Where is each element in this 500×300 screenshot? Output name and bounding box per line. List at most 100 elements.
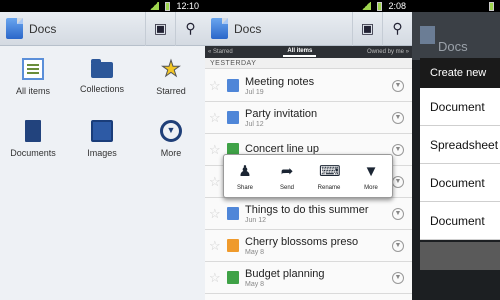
clock: 2:08 — [388, 1, 406, 11]
share-button[interactable]: ♟ Share — [226, 162, 264, 191]
grid-item-images[interactable]: Images — [66, 120, 138, 168]
search-icon: ⚲ — [185, 20, 196, 36]
grid-label: More — [160, 148, 182, 158]
list-item[interactable]: ☆ Meeting notes Jul 19 ▼ — [205, 70, 412, 102]
star-icon[interactable]: ☆ — [209, 270, 223, 285]
item-date: Jun 12 — [245, 216, 267, 224]
star-icon[interactable]: ☆ — [209, 142, 223, 157]
star-icon[interactable]: ☆ — [209, 78, 223, 93]
dialog-footer — [420, 242, 500, 270]
item-date: May 8 — [245, 248, 265, 256]
tab-owned-by-me[interactable]: Owned by me » — [367, 49, 409, 55]
search-button[interactable]: ⚲ — [382, 11, 412, 46]
grid-label: Collections — [79, 84, 125, 94]
grid-item-collections[interactable]: Collections — [66, 58, 138, 106]
action-label: Rename — [317, 184, 341, 191]
list-item[interactable]: ☆ Budget planning May 8 ▼ — [205, 262, 412, 294]
docs-logo-icon — [420, 26, 435, 44]
app-title: Docs — [29, 21, 57, 36]
search-icon: ⚲ — [392, 20, 403, 36]
item-date: May 8 — [245, 280, 265, 288]
status-bar: 2:08 — [205, 0, 412, 12]
search-button[interactable]: ⚲ — [175, 11, 205, 46]
images-icon — [91, 120, 113, 142]
option-document[interactable]: Document — [420, 88, 500, 126]
app-bar: Docs ▣ ⚲ — [0, 11, 205, 46]
chevron-down-icon[interactable]: ▼ — [392, 111, 404, 124]
action-label: Send — [279, 184, 294, 191]
quick-actions-popup: ♟ Share ➦ Send ⌨ Rename ▼ More — [223, 154, 393, 198]
option-document[interactable]: Document — [420, 202, 500, 240]
chevron-down-icon[interactable]: ▼ — [392, 143, 404, 156]
star-icon[interactable]: ☆ — [209, 110, 223, 125]
more-button[interactable]: ▼ More — [352, 162, 390, 191]
list-screen: 2:08 Docs ▣ ⚲ « Starred All items Owned … — [205, 0, 412, 300]
chevron-down-icon[interactable]: ▼ — [392, 175, 404, 188]
clock: 12:10 — [176, 1, 199, 11]
item-title: Things to do this summer — [245, 203, 369, 216]
home-grid: All items Collections ★ Starred Document… — [0, 56, 205, 168]
item-title: Budget planning — [245, 267, 325, 280]
signal-icon — [361, 2, 372, 10]
item-title: Meeting notes — [245, 75, 315, 88]
new-doc-icon: ▣ — [360, 20, 375, 36]
star-icon[interactable]: ☆ — [209, 174, 223, 189]
status-bar — [412, 0, 500, 12]
document-icon — [25, 120, 41, 142]
send-button[interactable]: ➦ Send — [268, 162, 306, 191]
list-item[interactable]: ☆ Party invitation Jul 12 ▼ — [205, 102, 412, 134]
item-date: Jul 19 — [245, 88, 264, 96]
grid-label: Images — [87, 148, 117, 158]
list-item[interactable]: ☆ Things to do this summer Jun 12 ▼ — [205, 198, 412, 230]
home-screen: 12:10 Docs ▣ ⚲ All items Collections ★ S… — [0, 0, 205, 300]
more-icon: ▼ — [160, 120, 182, 142]
app-title: Docs — [438, 39, 468, 54]
action-label: More — [364, 184, 378, 191]
chevron-down-icon[interactable]: ▼ — [392, 207, 404, 220]
grid-label: All items — [15, 86, 50, 96]
app-bar: Docs ▣ ⚲ — [205, 11, 412, 46]
rename-button[interactable]: ⌨ Rename — [310, 162, 348, 191]
list-icon — [22, 58, 44, 80]
new-doc-button[interactable]: ▣ — [145, 11, 175, 46]
docs-logo-icon — [6, 18, 23, 39]
chevron-down-icon[interactable]: ▼ — [392, 239, 404, 252]
item-title: Cherry blossoms preso — [245, 235, 359, 248]
grid-item-documents[interactable]: Documents — [0, 120, 66, 168]
presentation-type-icon — [227, 239, 239, 252]
create-new-screen: Docs Create new Document Spreadsheet Doc… — [412, 0, 500, 300]
action-label: Share — [236, 184, 253, 191]
document-type-icon — [227, 111, 239, 124]
item-title: Party invitation — [245, 107, 318, 120]
filter-tabs: « Starred All items Owned by me » — [205, 46, 412, 58]
grid-label: Documents — [10, 148, 56, 158]
docs-logo-icon — [211, 18, 228, 39]
option-document[interactable]: Document — [420, 164, 500, 202]
item-date: Jul 12 — [245, 120, 264, 128]
rename-icon: ⌨ — [319, 162, 341, 180]
app-title: Docs — [234, 21, 262, 36]
option-spreadsheet[interactable]: Spreadsheet — [420, 126, 500, 164]
share-icon: ♟ — [238, 162, 252, 180]
chevron-down-icon[interactable]: ▼ — [392, 79, 404, 92]
chevron-down-icon[interactable]: ▼ — [392, 271, 404, 284]
grid-label: Starred — [156, 86, 186, 96]
new-doc-icon: ▣ — [153, 20, 168, 36]
tab-all-items[interactable]: All items — [283, 47, 317, 57]
battery-icon — [489, 1, 494, 11]
signal-icon — [149, 2, 160, 10]
star-icon: ★ — [161, 56, 182, 81]
grid-item-more[interactable]: ▼ More — [138, 120, 204, 168]
star-icon[interactable]: ☆ — [209, 238, 223, 253]
star-icon[interactable]: ☆ — [209, 206, 223, 221]
grid-item-starred[interactable]: ★ Starred — [138, 56, 204, 106]
more-icon: ▼ — [363, 162, 379, 180]
new-doc-button[interactable]: ▣ — [352, 11, 382, 46]
spreadsheet-type-icon — [227, 271, 239, 284]
dialog-title: Create new — [420, 58, 500, 88]
status-bar: 12:10 — [0, 0, 205, 12]
battery-icon — [165, 1, 171, 11]
tab-starred[interactable]: « Starred — [208, 49, 233, 55]
grid-item-all-items[interactable]: All items — [0, 58, 66, 106]
list-item[interactable]: ☆ Cherry blossoms preso May 8 ▼ — [205, 230, 412, 262]
